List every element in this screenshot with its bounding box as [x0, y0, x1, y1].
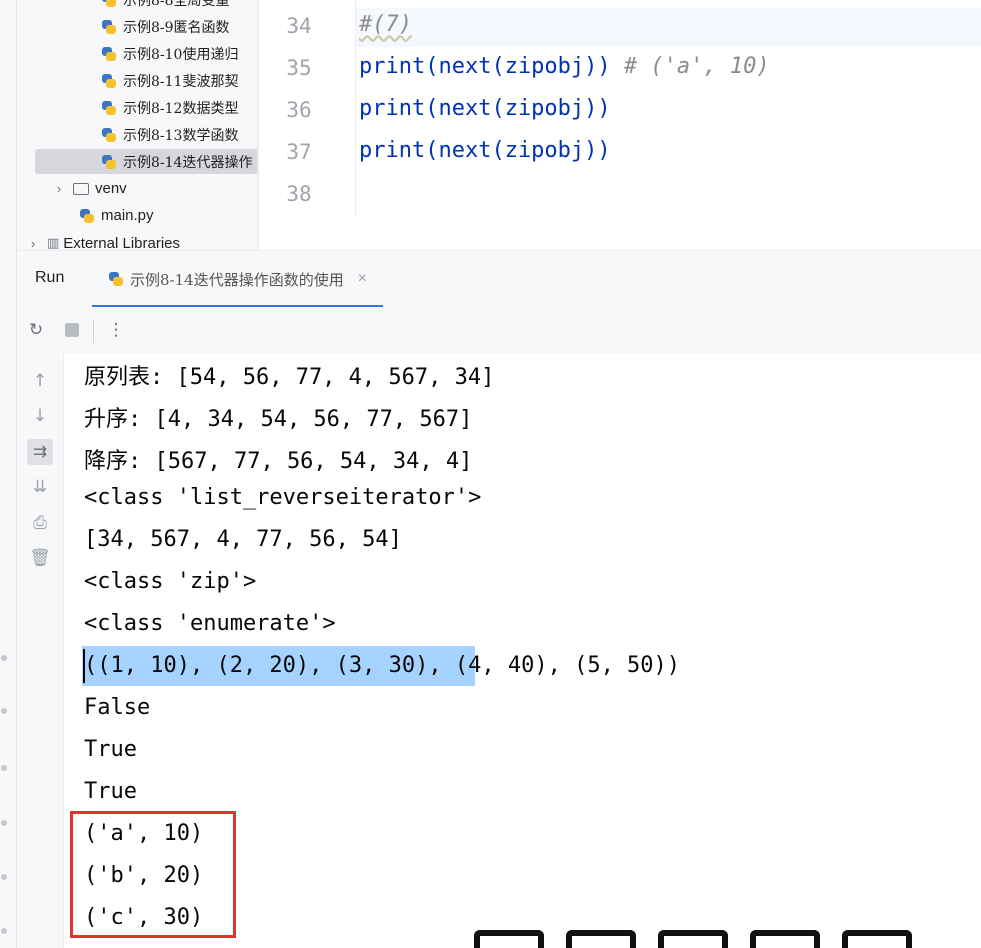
arrow-down-icon[interactable]: ↓	[27, 403, 53, 429]
stop-icon[interactable]	[65, 323, 79, 337]
tree-item-label: 示例8-14迭代器操作	[123, 154, 253, 171]
line-number: 36	[286, 98, 312, 122]
line-number: 37	[286, 140, 312, 164]
code-line[interactable]: print(next(zipobj)) # ('a', 10)	[359, 54, 770, 79]
code-line[interactable]: #(7)	[359, 12, 412, 37]
console-side-toolbar: ↑ ↓ ⇉ ⇊ ⎙ 🗑	[17, 353, 64, 948]
python-file-icon	[79, 208, 95, 224]
python-file-icon	[101, 73, 117, 89]
folder-icon	[73, 182, 89, 195]
unselected-text: (4, 40), (5, 50))	[454, 653, 681, 678]
subtitle-overlay-fragment	[474, 930, 981, 948]
project-tree: 示例8-8全局变量 示例8-9匿名函数 示例8-10使用递归 示例8-11斐波那…	[17, 0, 257, 250]
tree-item[interactable]: 示例8-8全局变量	[17, 0, 257, 13]
python-file-icon	[101, 46, 117, 62]
code-editor[interactable]: 34 #(7) 35 print(next(zipobj)) # ('a', 1…	[259, 0, 981, 250]
python-file-icon	[101, 100, 117, 116]
python-file-icon	[101, 127, 117, 143]
tree-item-label: 示例8-10使用递归	[123, 46, 239, 63]
tree-item-label: 示例8-11斐波那契	[123, 73, 239, 90]
left-tool-strip	[0, 0, 17, 948]
tree-item-label: venv	[95, 180, 127, 197]
python-file-icon	[101, 154, 117, 170]
tree-item[interactable]: 示例8-10使用递归	[17, 40, 257, 67]
console-line: True	[84, 737, 137, 762]
run-tab-label: 示例8-14迭代器操作函数的使用	[130, 270, 344, 289]
tree-item-label: main.py	[101, 207, 154, 224]
library-icon: ▥	[47, 236, 60, 250]
tree-item[interactable]: 示例8-12数据类型	[17, 94, 257, 121]
close-icon[interactable]: ×	[358, 270, 367, 288]
tree-item-main[interactable]: main.py	[17, 202, 257, 229]
run-toolbar: ↻ ⋮	[17, 307, 981, 354]
console-line: True	[84, 779, 137, 804]
console-line: False	[84, 695, 151, 720]
python-file-icon	[101, 0, 117, 8]
console-line: <class 'list_reverseiterator'>	[84, 485, 482, 510]
tree-item-external-libraries[interactable]: › ▥ External Libraries	[17, 230, 257, 250]
run-panel-title: Run	[35, 269, 65, 286]
console-line-selected: ((1, 10), (2, 20), (3, 30), (4, 40), (5,…	[84, 653, 680, 678]
editor-blank-area	[259, 216, 981, 250]
tree-item-label: 示例8-8全局变量	[123, 0, 230, 9]
line-number: 35	[286, 56, 312, 80]
tree-item-selected[interactable]: 示例8-14迭代器操作	[17, 148, 257, 175]
console-line: <class 'zip'>	[84, 569, 257, 594]
chevron-right-icon[interactable]: ›	[53, 181, 65, 196]
python-file-icon	[108, 271, 124, 287]
run-tab[interactable]: 示例8-14迭代器操作函数的使用 ×	[92, 251, 384, 308]
code-line[interactable]: print(next(zipobj))	[359, 138, 611, 163]
run-panel-header: Run 示例8-14迭代器操作函数的使用 ×	[17, 250, 981, 308]
python-file-icon	[101, 19, 117, 35]
code-line[interactable]: print(next(zipobj))	[359, 96, 611, 121]
console-output[interactable]: 原列表: [54, 56, 77, 4, 567, 34] 升序: [4, 34…	[64, 353, 981, 948]
chevron-right-icon[interactable]: ›	[27, 236, 39, 250]
toolbar-separator	[93, 319, 94, 343]
rerun-icon[interactable]: ↻	[25, 319, 47, 341]
line-number: 38	[286, 182, 312, 206]
code-text: print(next(zipobj))	[359, 54, 611, 79]
line-number: 34	[286, 14, 312, 38]
annotation-highlight-box	[70, 811, 236, 938]
scroll-to-end-icon[interactable]: ⇊	[27, 474, 53, 500]
code-comment: # ('a', 10)	[623, 54, 770, 79]
arrow-up-icon[interactable]: ↑	[27, 368, 53, 394]
console-line: <class 'enumerate'>	[84, 611, 336, 636]
tree-item[interactable]: 示例8-9匿名函数	[17, 13, 257, 40]
console-line: 升序: [4, 34, 54, 56, 77, 567]	[84, 407, 473, 432]
selected-text: ((1, 10), (2, 20), (3, 30),	[84, 653, 455, 678]
tree-item-label: 示例8-13数学函数	[123, 127, 239, 144]
console-line: [34, 567, 4, 77, 56, 54]	[84, 527, 402, 552]
tree-item-label: External Libraries	[63, 235, 181, 250]
console-line: 原列表: [54, 56, 77, 4, 567, 34]	[84, 365, 495, 390]
tree-item-label: 示例8-9匿名函数	[123, 19, 230, 36]
tree-item[interactable]: 示例8-13数学函数	[17, 121, 257, 148]
tree-item-label: 示例8-12数据类型	[123, 100, 239, 117]
tree-item-venv[interactable]: › venv	[17, 175, 257, 202]
tree-item[interactable]: 示例8-11斐波那契	[17, 67, 257, 94]
trash-icon[interactable]: 🗑	[27, 545, 53, 571]
console-line: 降序: [567, 77, 56, 54, 34, 4]	[84, 449, 473, 474]
print-icon[interactable]: ⎙	[27, 510, 53, 536]
more-options-icon[interactable]: ⋮	[105, 319, 127, 341]
soft-wrap-icon[interactable]: ⇉	[27, 439, 53, 465]
